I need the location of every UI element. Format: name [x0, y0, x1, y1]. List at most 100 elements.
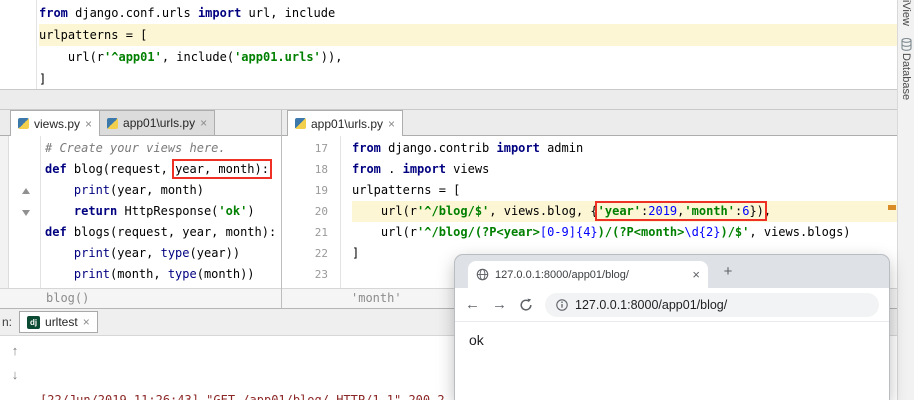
tab-app01-urls-py-right[interactable]: app01\urls.py ×: [287, 110, 404, 136]
code-token: (month,: [110, 267, 168, 281]
line-number[interactable]: 22: [282, 243, 328, 264]
line-number[interactable]: 23: [282, 264, 328, 285]
code-line[interactable]: 21 url(r'^/blog/(?P<year>[0-9]{4})/(?P<m…: [282, 222, 897, 243]
code-line[interactable]: ]: [0, 68, 897, 89]
code-line[interactable]: urlpatterns = [: [0, 24, 897, 46]
code-line[interactable]: print(year, month): [9, 180, 281, 201]
code-token: '^/blog/$': [417, 204, 490, 218]
views-py-editor[interactable]: # Create your views here. def blog(reques…: [9, 136, 281, 288]
code-token: (month)): [196, 267, 255, 281]
url-text: 127.0.0.1:8000/app01/blog/: [575, 297, 728, 312]
forward-button[interactable]: →: [492, 297, 507, 312]
reload-icon[interactable]: [519, 298, 533, 312]
info-icon[interactable]: [556, 298, 568, 311]
browser-tab[interactable]: 127.0.0.1:8000/app01/blog/ ×: [468, 261, 708, 288]
code-line[interactable]: def blogs(request, year, month):: [9, 222, 281, 243]
code-token: django.contrib: [380, 141, 497, 155]
code-line[interactable]: def blog(request, year, month):: [9, 159, 281, 180]
tab-app01-urls-py[interactable]: app01\urls.py ×: [100, 110, 216, 135]
close-icon[interactable]: ×: [85, 118, 92, 130]
tool-tab-sciview[interactable]: SciView: [900, 0, 912, 26]
new-tab-button[interactable]: +: [718, 263, 738, 280]
line-number[interactable]: 21: [282, 222, 328, 243]
close-icon[interactable]: ×: [388, 118, 395, 130]
code-line[interactable]: # Create your views here.: [9, 138, 281, 159]
django-run-config-icon: dj: [27, 315, 41, 329]
code-text: print(year, type(year)): [45, 243, 281, 264]
code-line[interactable]: 17 from django.contrib import admin: [282, 138, 897, 159]
line-number[interactable]: 20: [282, 201, 328, 222]
code-token: \d{2}: [684, 225, 721, 239]
views-py-code: # Create your views here. def blog(reques…: [9, 138, 281, 285]
code-token: ]: [39, 72, 47, 86]
tool-tab-database[interactable]: Database: [900, 53, 912, 100]
code-line[interactable]: print(year, type(year)): [9, 243, 281, 264]
code-token: )),: [320, 50, 343, 64]
code-token: print: [73, 183, 111, 197]
code-line[interactable]: from django.conf.urls import url, includ…: [0, 2, 897, 24]
code-token: [0-9]{4}: [539, 225, 598, 239]
code-token: }): [749, 204, 764, 218]
arrow-up-icon[interactable]: ↑: [12, 343, 19, 358]
code-token: )/$': [720, 225, 750, 239]
python-file-icon: [295, 118, 306, 129]
gutter-marker-icon[interactable]: [22, 188, 30, 194]
code-token: url(r: [39, 50, 105, 64]
scrollbar-error-stripe[interactable]: [888, 205, 896, 210]
close-icon[interactable]: ×: [692, 267, 700, 282]
code-line[interactable]: return HttpResponse('ok'): [9, 201, 281, 222]
code-token: views: [445, 162, 490, 176]
code-token: )/(?P<month>: [597, 225, 685, 239]
code-line[interactable]: 19 urlpatterns = [: [282, 180, 897, 201]
code-token: url(r: [352, 204, 418, 218]
code-token: 'month': [684, 204, 735, 218]
pane-splitter[interactable]: [281, 110, 282, 308]
python-file-icon: [107, 117, 119, 129]
code-text: def blogs(request, year, month):: [45, 222, 281, 243]
address-bar[interactable]: 127.0.0.1:8000/app01/blog/: [545, 292, 879, 317]
code-token: urlpatterns = [: [39, 28, 148, 42]
line-number[interactable]: 18: [282, 159, 328, 180]
browser-tabstrip: 127.0.0.1:8000/app01/blog/ × +: [455, 255, 889, 288]
code-token: year, month):: [175, 162, 269, 176]
code-token: import: [496, 141, 540, 155]
code-token: 'ok': [218, 204, 248, 218]
run-label: n:: [2, 315, 13, 329]
code-text: urlpatterns = [: [39, 24, 897, 46]
code-token: , views.blog, {: [489, 204, 598, 218]
code-token: # Create your views here.: [45, 141, 226, 155]
code-line[interactable]: 20 url(r'^/blog/$', views.blog, {'year':…: [282, 201, 897, 222]
browser-toolbar: ← → 127.0.0.1:8000/app01/blog/: [455, 288, 889, 322]
close-icon[interactable]: ×: [200, 117, 207, 129]
right-editor-tabbar: app01\urls.py ×: [281, 110, 897, 136]
back-button[interactable]: ←: [465, 297, 480, 312]
left-editor-tabbar: views.py × app01\urls.py ×: [0, 110, 281, 136]
tab-label: app01\urls.py: [123, 116, 196, 130]
code-token: type: [167, 267, 197, 281]
code-text: from django.contrib import admin: [352, 138, 897, 159]
code-line[interactable]: print(month, type(month)): [9, 264, 281, 285]
code-text: ]: [39, 68, 897, 89]
line-number[interactable]: 17: [282, 138, 328, 159]
gutter-marker-icon[interactable]: [22, 210, 30, 216]
close-icon[interactable]: ×: [83, 316, 90, 328]
code-token: import: [402, 162, 446, 176]
code-line[interactable]: url(r'^app01', include('app01.urls')),: [0, 46, 897, 68]
top-editor-pane[interactable]: from django.conf.urls import url, includ…: [0, 0, 897, 89]
tab-label: app01\urls.py: [311, 116, 384, 131]
code-text: return HttpResponse('ok'): [45, 201, 281, 222]
console-toolbar: ↑ ↓: [0, 336, 30, 400]
browser-page-content: ok: [455, 322, 889, 400]
arrow-down-icon[interactable]: ↓: [12, 367, 19, 382]
code-line[interactable]: 18 from . import views: [282, 159, 897, 180]
editor-splitter[interactable]: [0, 89, 897, 110]
run-tab-urltest[interactable]: dj urltest ×: [19, 311, 98, 333]
code-token: url, include: [241, 6, 336, 20]
tab-views-py[interactable]: views.py ×: [10, 110, 101, 136]
code-token: 'app01.urls': [234, 50, 321, 64]
code-text: print(year, month): [45, 180, 281, 201]
line-number[interactable]: 19: [282, 180, 328, 201]
python-file-icon: [18, 118, 29, 129]
